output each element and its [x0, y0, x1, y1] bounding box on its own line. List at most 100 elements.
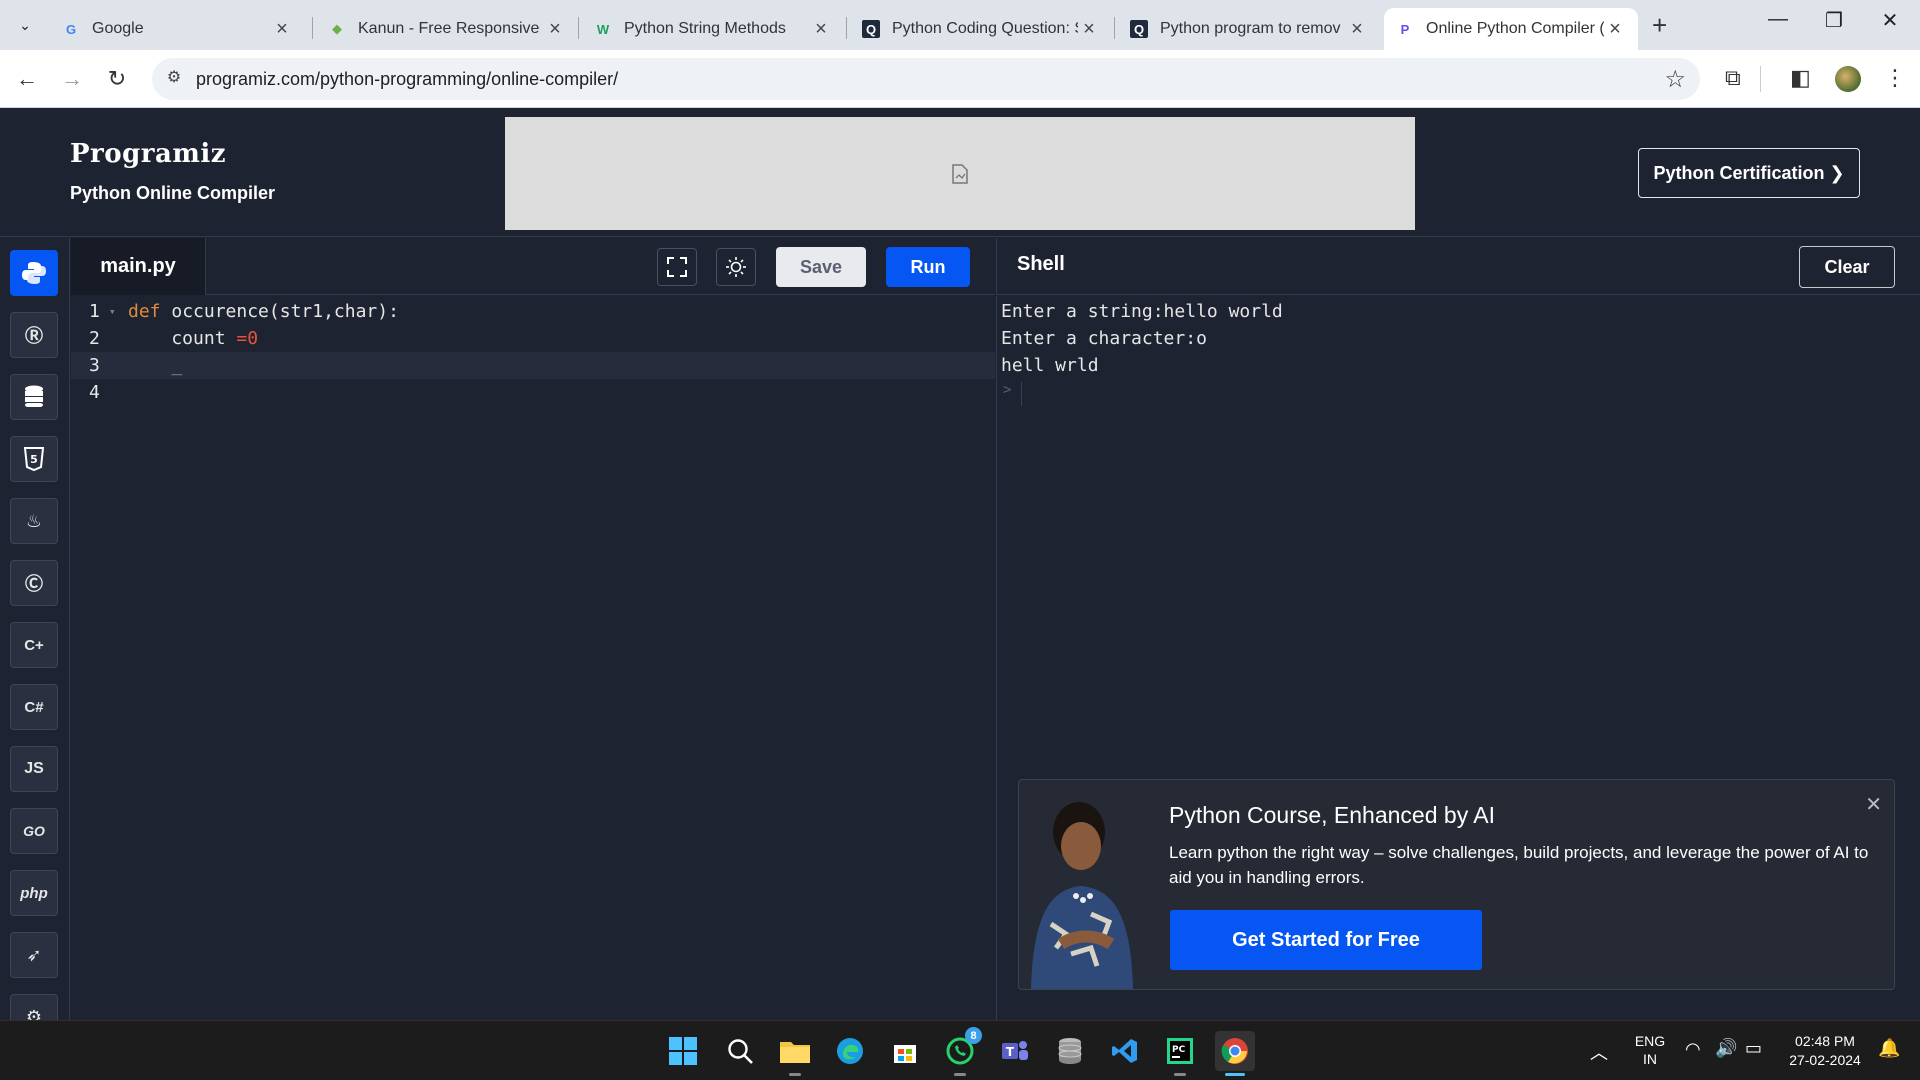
save-button[interactable]: Save: [776, 247, 866, 287]
forward-icon[interactable]: →: [55, 63, 89, 95]
site-info-icon[interactable]: ⚙: [162, 67, 186, 91]
fold-arrow-icon[interactable]: ▾: [109, 298, 116, 325]
get-started-button[interactable]: Get Started for Free: [1170, 910, 1482, 970]
tab-close-icon[interactable]: ×: [810, 18, 832, 41]
microsoft-store-icon[interactable]: [885, 1031, 925, 1071]
tab-close-icon[interactable]: ×: [1346, 18, 1368, 41]
search-icon[interactable]: [720, 1031, 760, 1071]
code-keyword: def: [128, 301, 161, 322]
os-taskbar: 8 T PC ︿ ENG IN ◠ 🔊 ▭ 02:48 PM 27-02-202…: [0, 1020, 1920, 1080]
bookmark-star-icon[interactable]: ☆: [1664, 65, 1686, 94]
lang-js[interactable]: JS: [10, 746, 58, 792]
line-number: 2: [89, 328, 100, 349]
java-icon: ♨: [25, 510, 43, 531]
tab-string-methods[interactable]: W Python String Methods ×: [582, 8, 844, 50]
tab-title: Google: [92, 20, 144, 37]
python-icon: [22, 262, 46, 284]
code-text: _: [128, 355, 183, 376]
lang-html[interactable]: 5: [10, 436, 58, 482]
lang-swift[interactable]: ➶: [10, 932, 58, 978]
code-line[interactable]: 4: [71, 379, 995, 406]
clock-date: 27-02-2024: [1789, 1052, 1861, 1068]
volume-icon[interactable]: 🔊: [1715, 1038, 1737, 1059]
tab-close-icon[interactable]: ×: [271, 18, 293, 41]
notifications-bell-icon[interactable]: 🔔: [1878, 1038, 1900, 1059]
code-line[interactable]: 2 count =0: [71, 325, 995, 352]
vscode-icon[interactable]: [1105, 1031, 1145, 1071]
tab-google[interactable]: G Google ×: [50, 8, 305, 50]
lang-rust[interactable]: ⚙: [10, 994, 58, 1020]
tab-close-icon[interactable]: ×: [1078, 18, 1100, 41]
fullscreen-icon[interactable]: [657, 248, 697, 286]
lang-sql[interactable]: [10, 374, 58, 420]
code-line-current[interactable]: 3 _: [71, 352, 995, 379]
file-explorer-icon[interactable]: [775, 1031, 815, 1076]
reload-icon[interactable]: ↻: [100, 63, 134, 95]
lang-java[interactable]: ♨: [10, 498, 58, 544]
input-language[interactable]: ENG IN: [1630, 1032, 1670, 1068]
lang-csharp[interactable]: C#: [10, 684, 58, 730]
shell-header: Shell Clear: [996, 238, 1920, 295]
pycharm-icon[interactable]: PC: [1160, 1031, 1200, 1076]
menu-kebab-icon[interactable]: ⋮: [1884, 65, 1906, 91]
restore-icon[interactable]: ❐: [1814, 8, 1854, 33]
tab-coding-question[interactable]: Q Python Coding Question: S ×: [850, 8, 1112, 50]
run-button[interactable]: Run: [886, 247, 970, 287]
clear-button[interactable]: Clear: [1799, 246, 1895, 288]
csharp-icon: C#: [24, 698, 44, 716]
lang-c[interactable]: Ⓒ: [10, 560, 58, 606]
back-icon[interactable]: ←: [10, 63, 44, 95]
address-bar[interactable]: ⚙ programiz.com/python-programming/onlin…: [152, 58, 1700, 100]
close-icon[interactable]: ✕: [1865, 792, 1882, 817]
edge-icon[interactable]: [830, 1031, 870, 1071]
programiz-logo[interactable]: Programiz: [70, 139, 226, 169]
profile-avatar[interactable]: [1835, 66, 1861, 92]
page-title: Python Online Compiler: [70, 183, 276, 203]
teams-icon[interactable]: T: [995, 1031, 1035, 1071]
promo-title: Python Course, Enhanced by AI: [1169, 802, 1496, 828]
url-text[interactable]: programiz.com/python-programming/online-…: [196, 69, 618, 90]
battery-icon[interactable]: ▭: [1745, 1038, 1762, 1059]
cpp-icon: C+: [24, 636, 44, 654]
line-number: 4: [89, 382, 100, 403]
tab-title: Online Python Compiler (In: [1426, 20, 1604, 37]
database-app-icon[interactable]: [1050, 1031, 1090, 1071]
w3-favicon-icon: W: [596, 21, 610, 37]
clock[interactable]: 02:48 PM 27-02-2024: [1775, 1032, 1875, 1070]
file-tab-main[interactable]: main.py: [71, 238, 206, 295]
show-hidden-icons-chevron-icon[interactable]: ︿: [1590, 1039, 1608, 1065]
shell-input-caret[interactable]: [1021, 382, 1022, 406]
whatsapp-icon[interactable]: 8: [940, 1027, 982, 1076]
extensions-icon[interactable]: ⧉: [1725, 65, 1741, 91]
code-rest: occurence(str1,char):: [171, 301, 399, 322]
chrome-icon[interactable]: [1215, 1031, 1255, 1076]
tab-kanun[interactable]: ◆ Kanun - Free Responsive B ×: [316, 8, 578, 50]
tab-search-icon[interactable]: ⌄: [8, 9, 42, 41]
wifi-icon[interactable]: ◠: [1685, 1039, 1701, 1060]
shell-line: hell wrld: [1001, 355, 1099, 376]
notification-badge: 8: [965, 1027, 982, 1044]
code-editor[interactable]: 1 ▾ def occurence(str1,char): 2 count =0…: [71, 296, 995, 1020]
tab-close-icon[interactable]: ×: [1604, 18, 1626, 41]
line-number: 3: [89, 355, 100, 376]
svg-text:PC: PC: [1172, 1045, 1186, 1055]
windows-start-icon[interactable]: [663, 1031, 703, 1071]
minimize-icon[interactable]: —: [1758, 8, 1798, 31]
python-certification-button[interactable]: Python Certification ❯: [1638, 148, 1860, 198]
lang-cpp[interactable]: C+: [10, 622, 58, 668]
code-line[interactable]: 1 ▾ def occurence(str1,char):: [71, 298, 995, 325]
new-tab-icon[interactable]: +: [1652, 10, 1667, 41]
lang-r[interactable]: Ⓡ: [10, 312, 58, 358]
tab-close-icon[interactable]: ×: [544, 18, 566, 41]
side-panel-icon[interactable]: ◧: [1790, 65, 1811, 91]
shell-line: Enter a string:hello world: [1001, 301, 1283, 322]
html5-icon: 5: [23, 447, 45, 472]
lang-go[interactable]: GO: [10, 808, 58, 854]
lang-python[interactable]: [10, 250, 58, 296]
tab-online-compiler[interactable]: P Online Python Compiler (In ×: [1384, 8, 1638, 50]
tab-remove-program[interactable]: Q Python program to remov ×: [1118, 8, 1380, 50]
lang-php[interactable]: php: [10, 870, 58, 916]
close-window-icon[interactable]: ✕: [1870, 8, 1910, 33]
theme-toggle-icon[interactable]: [716, 248, 756, 286]
toolbar-divider: [1760, 66, 1761, 92]
